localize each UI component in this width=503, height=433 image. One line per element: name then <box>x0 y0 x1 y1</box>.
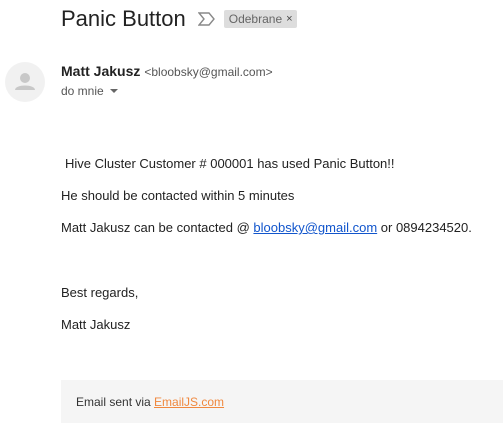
importance-marker-icon[interactable] <box>197 12 216 26</box>
person-icon <box>15 73 35 90</box>
email-subject: Panic Button <box>61 6 186 31</box>
body-line-contact-info: Matt Jakusz can be contacted @ bloobsky@… <box>61 220 472 235</box>
sender-name: Matt Jakusz <box>61 63 141 79</box>
emailjs-link[interactable]: EmailJS.com <box>154 395 224 409</box>
body-signature: Matt Jakusz <box>61 317 131 332</box>
contact-info-prefix: Matt Jakusz can be contacted @ <box>61 220 254 235</box>
caret-down-icon[interactable] <box>109 89 118 93</box>
remove-label-icon[interactable]: × <box>286 12 292 26</box>
body-regards: Best regards, <box>61 285 139 300</box>
contact-info-suffix: or 0894234520. <box>377 220 472 235</box>
recipient-details-toggle[interactable]: do mnie <box>61 84 118 98</box>
contact-email-link[interactable]: bloobsky@gmail.com <box>253 220 377 235</box>
body-line-contact-time: He should be contacted within 5 minutes <box>61 188 295 203</box>
sender-email: <bloobsky@gmail.com> <box>144 65 273 79</box>
body-line-customer: Hive Cluster Customer # 000001 has used … <box>65 156 395 171</box>
email-footer: Email sent via EmailJS.com <box>61 380 503 423</box>
footer-prefix: Email sent via <box>76 394 155 409</box>
avatar[interactable] <box>5 62 45 102</box>
sender-row: Matt Jakusz <bloobsky@gmail.com> <box>61 63 273 79</box>
label-chip-inbox[interactable]: Odebrane × <box>223 10 297 28</box>
label-chip-text: Odebrane <box>228 12 283 26</box>
footer-text: Email sent via EmailJS.com <box>76 395 224 409</box>
recipient-text: do mnie <box>61 84 104 98</box>
subject-row: Panic Button Odebrane × <box>61 4 297 34</box>
